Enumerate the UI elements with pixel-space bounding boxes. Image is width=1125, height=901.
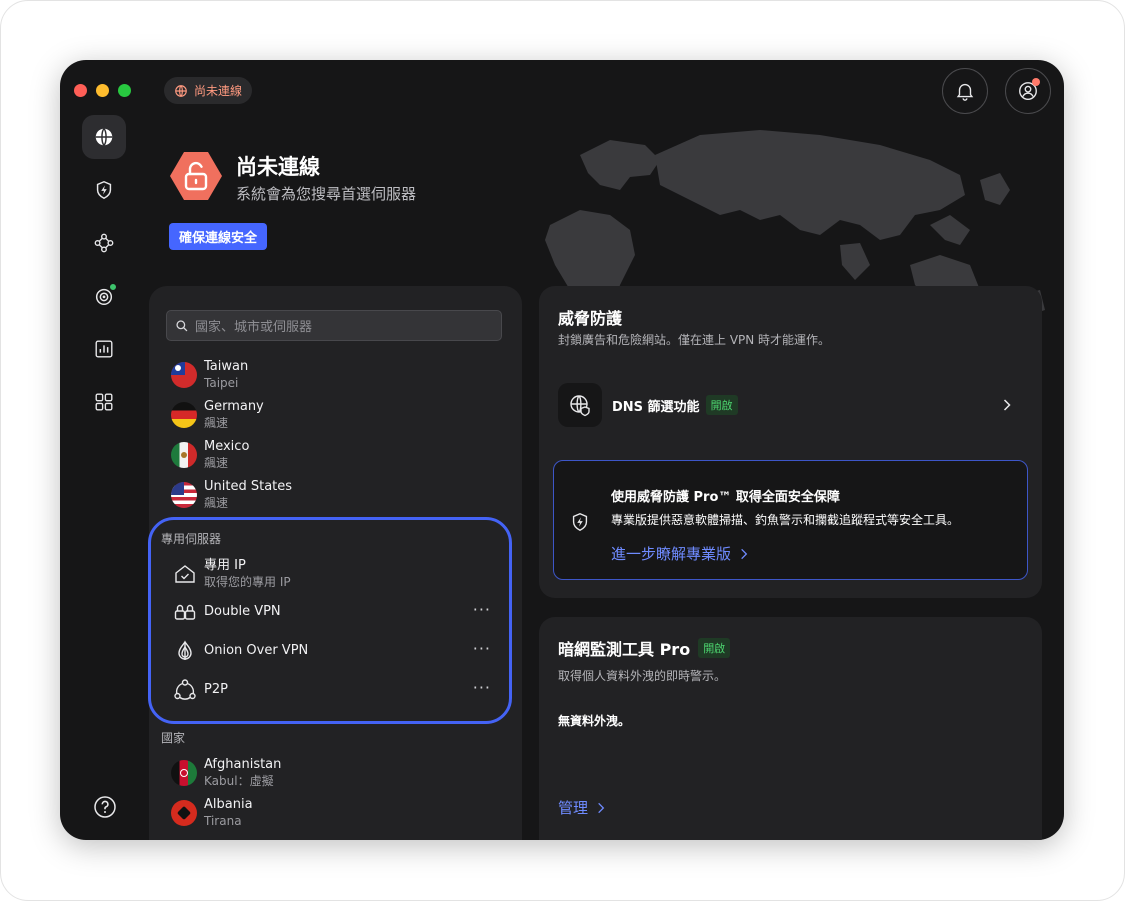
country-name: Germany (204, 399, 264, 414)
country-sub: 飆速 (204, 456, 229, 470)
app-window: 尚未連線 尚未連線 系統會為您搜尋首選伺服器 確保連線安全 國家、城市或伺服器 (60, 60, 1064, 840)
close-window-button[interactable] (74, 84, 87, 97)
shield-bolt-icon (572, 513, 588, 532)
country-item-united-states[interactable]: United States 飆速 (171, 479, 292, 511)
albania-flag-icon (171, 800, 197, 826)
meshnet-icon (94, 233, 114, 253)
country-item-albania[interactable]: Albania Tirana (171, 797, 253, 829)
dns-filter-row[interactable]: DNS 篩選功能 開啟 (558, 383, 1023, 427)
country-item-taiwan[interactable]: Taiwan Taipei (171, 359, 248, 391)
sidebar-item-dark-web-monitor[interactable] (82, 274, 126, 318)
germany-flag-icon (171, 402, 197, 428)
learn-more-pro-link[interactable]: 進一步瞭解專業版 (611, 543, 751, 564)
dark-web-subtitle: 取得個人資料外洩的即時警示。 (558, 669, 727, 683)
learn-more-pro-label: 進一步瞭解專業版 (611, 545, 732, 563)
status-badge: 開啟 (705, 395, 738, 415)
taiwan-flag-icon (171, 362, 197, 388)
more-options-button[interactable]: ··· (473, 678, 491, 697)
search-icon (176, 319, 188, 331)
country-name: Mexico (204, 439, 250, 454)
threat-protection-title: 威脅防護 (558, 309, 623, 328)
threat-protection-card: 威脅防護 封鎖廣告和危險網站。僅在連上 VPN 時才能運作。 DNS 篩選功能 … (539, 286, 1042, 598)
special-item-double-vpn[interactable]: Double VPN ··· (173, 600, 491, 624)
manage-link-label: 管理 (558, 799, 589, 817)
afghanistan-flag-icon (171, 760, 197, 786)
country-sub: 飆速 (204, 496, 229, 510)
country-name: Albania (204, 797, 253, 812)
mexico-flag-icon (171, 442, 197, 468)
country-name: Afghanistan (204, 757, 282, 772)
special-item-dedicated-ip[interactable]: 專用 IP 取得您的專用 IP (173, 558, 491, 590)
pro-promo-title: 使用威脅防護 Pro™ 取得全面安全保障 (611, 490, 840, 505)
dark-web-status: 無資料外洩。 (558, 714, 631, 728)
double-lock-icon (174, 604, 196, 620)
onion-icon (178, 640, 192, 660)
country-item-germany[interactable]: Germany 飆速 (171, 399, 264, 431)
sidebar-item-meshnet[interactable] (82, 221, 126, 265)
globe-icon (95, 128, 113, 146)
shield-bolt-icon (96, 180, 112, 200)
server-list-panel: 國家、城市或伺服器 Taiwan Taipei Germany 飆速 Mexic… (149, 286, 522, 840)
search-placeholder: 國家、城市或伺服器 (195, 320, 313, 335)
chart-icon (95, 340, 113, 358)
minimize-window-button[interactable] (96, 84, 109, 97)
status-pill-label: 尚未連線 (194, 84, 243, 98)
dark-web-title: 暗網監測工具 Pro (558, 640, 691, 659)
special-item-name: P2P (204, 682, 228, 697)
pro-promo-description: 專業版提供惡意軟體掃描、釣魚警示和攔截追蹤程式等安全工具。 (611, 513, 960, 527)
unlocked-icon (170, 152, 222, 200)
dark-web-monitor-card: 暗網監測工具 Pro 開啟 取得個人資料外洩的即時警示。 無資料外洩。 管理 (539, 617, 1042, 840)
globe-icon (175, 84, 187, 97)
account-button[interactable] (1005, 68, 1051, 114)
country-item-afghanistan[interactable]: Afghanistan Kabul：虛擬 (171, 757, 281, 789)
sidebar-item-statistics[interactable] (82, 327, 126, 371)
country-sub: Taipei (204, 376, 239, 390)
country-sub: Kabul：虛擬 (204, 774, 274, 788)
manage-link[interactable]: 管理 (558, 797, 608, 818)
connection-title: 尚未連線 (236, 155, 320, 179)
p2p-icon (174, 679, 196, 700)
special-item-onion-over-vpn[interactable]: Onion Over VPN ··· (173, 639, 491, 663)
notification-dot (1032, 78, 1040, 86)
special-item-name: Double VPN (204, 604, 281, 619)
status-badge: 開啟 (698, 638, 731, 658)
help-icon[interactable] (93, 795, 117, 819)
chevron-right-icon (598, 802, 605, 813)
us-flag-icon (171, 482, 197, 508)
special-item-p2p[interactable]: P2P ··· (173, 678, 491, 702)
dns-filter-label: DNS 篩選功能 (612, 399, 700, 415)
special-item-name: 專用 IP (204, 558, 246, 573)
more-options-button[interactable]: ··· (473, 639, 491, 658)
apps-grid-icon (95, 393, 113, 411)
status-dot (109, 283, 117, 291)
connection-status-pill: 尚未連線 (164, 77, 253, 104)
dark-web-title-row: 暗網監測工具 Pro 開啟 (558, 636, 731, 660)
country-sub: 飆速 (204, 416, 229, 430)
maximize-window-button[interactable] (118, 84, 131, 97)
more-options-button[interactable]: ··· (473, 600, 491, 619)
country-item-mexico[interactable]: Mexico 飆速 (171, 439, 249, 471)
dns-icon (558, 383, 602, 427)
special-item-name: Onion Over VPN (204, 643, 309, 658)
sidebar-item-threat-protection[interactable] (82, 168, 126, 212)
section-label-countries: 國家 (161, 731, 186, 745)
country-name: United States (204, 479, 293, 494)
country-name: Taiwan (204, 359, 249, 374)
sidebar-item-apps[interactable] (82, 380, 126, 424)
sidebar-item-servers[interactable] (82, 115, 126, 159)
notifications-button[interactable] (942, 68, 988, 114)
secure-connection-button[interactable]: 確保連線安全 (169, 223, 268, 250)
home-check-icon (175, 565, 195, 583)
search-input[interactable]: 國家、城市或伺服器 (166, 310, 502, 341)
section-label-special-servers: 專用伺服器 (161, 532, 222, 546)
connection-subtitle: 系統會為您搜尋首選伺服器 (236, 185, 417, 203)
special-item-sub: 取得您的專用 IP (204, 575, 291, 589)
chevron-right-icon (1003, 399, 1011, 411)
threat-protection-subtitle: 封鎖廣告和危險網站。僅在連上 VPN 時才能運作。 (558, 333, 831, 347)
country-sub: Tirana (204, 814, 242, 828)
threat-protection-pro-promo: 使用威脅防護 Pro™ 取得全面安全保障 專業版提供惡意軟體掃描、釣魚警示和攔截… (553, 460, 1028, 580)
bell-icon (956, 83, 974, 101)
chevron-right-icon (741, 548, 748, 559)
